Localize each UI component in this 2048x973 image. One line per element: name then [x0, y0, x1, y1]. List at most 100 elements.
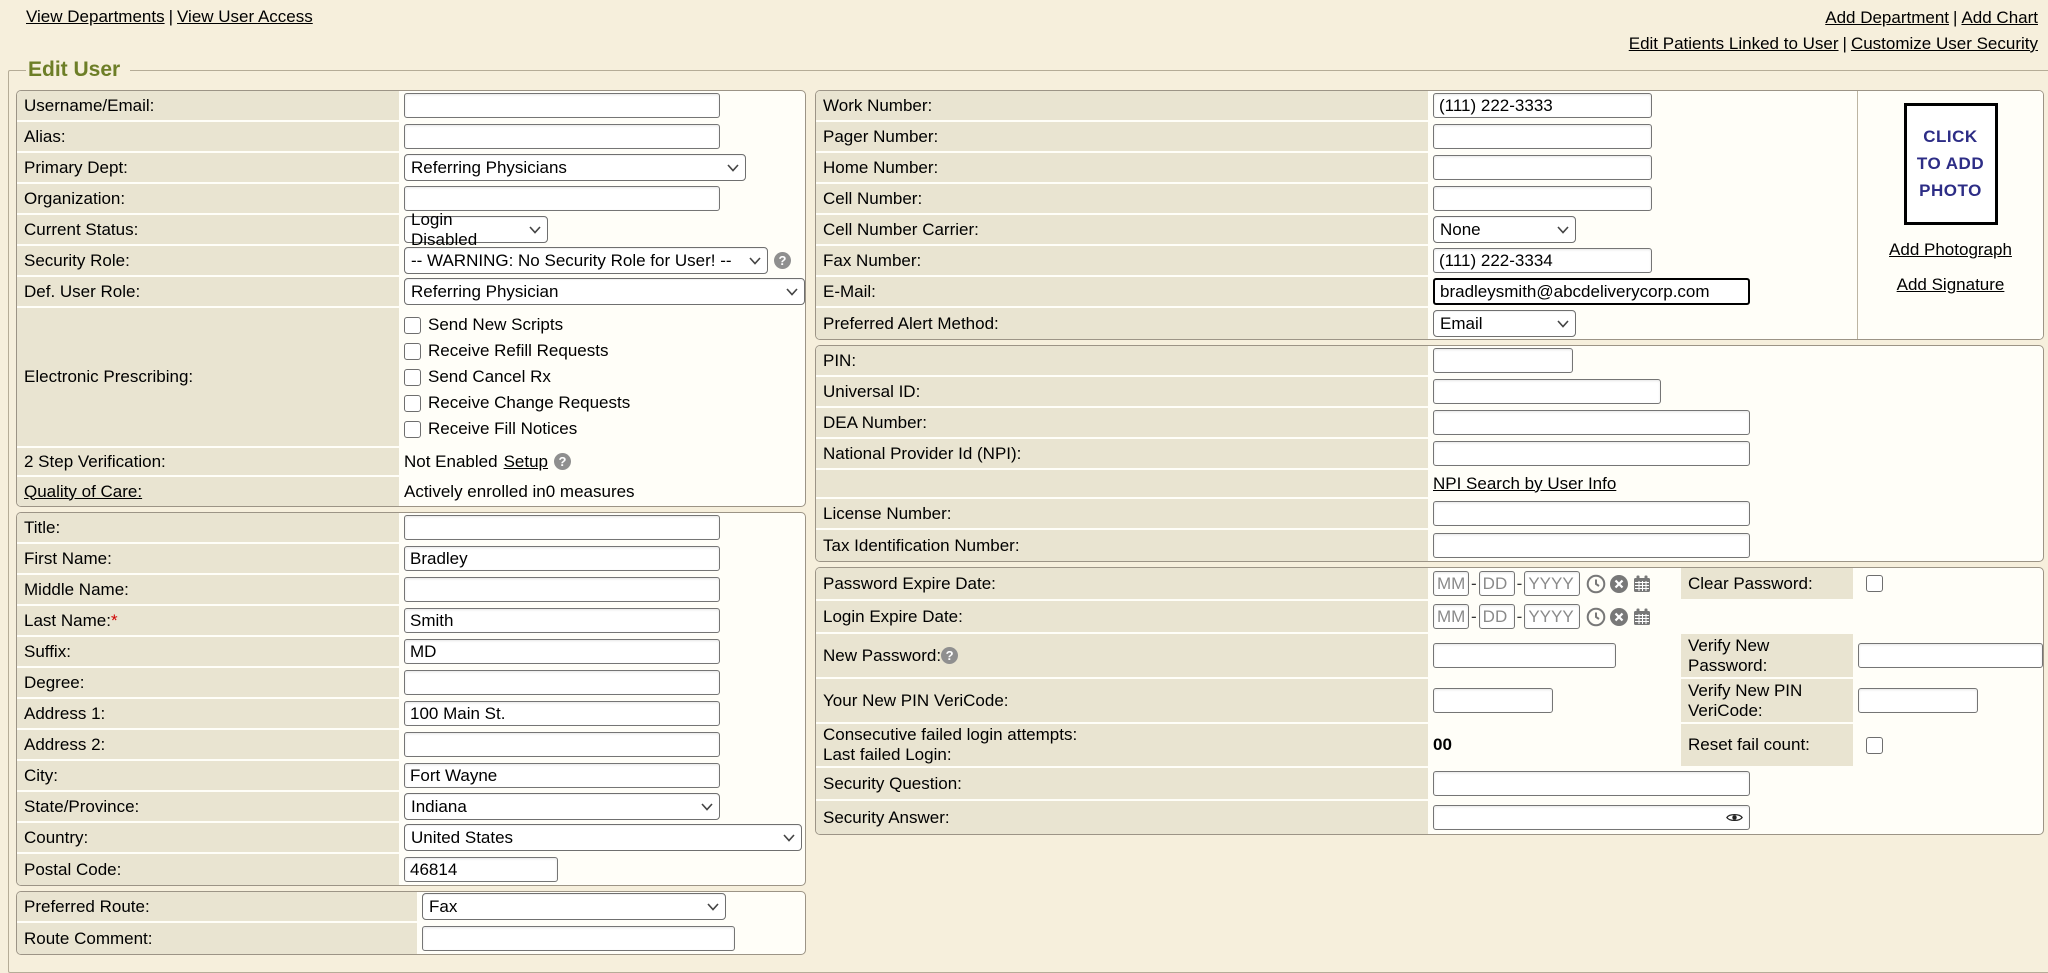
npi-input[interactable]	[1433, 441, 1750, 466]
cell-number-row: Cell Number:	[816, 184, 1857, 215]
password-expire-label: Password Expire Date:	[816, 568, 1428, 599]
pager-number-row: Pager Number:	[816, 122, 1857, 153]
title-input[interactable]	[404, 515, 720, 540]
fax-number-row: Fax Number:	[816, 246, 1857, 277]
add-signature-link[interactable]: Add Signature	[1897, 275, 2005, 295]
send-cancel-rx-checkbox[interactable]	[404, 369, 421, 386]
last-name-input[interactable]	[404, 608, 720, 633]
clear-date-icon[interactable]	[1609, 607, 1629, 627]
security-question-row: Security Question:	[816, 768, 2043, 801]
license-number-input[interactable]	[1433, 501, 1750, 526]
degree-input[interactable]	[404, 670, 720, 695]
primary-dept-select[interactable]: Referring Physicians	[404, 154, 746, 181]
preferred-route-select[interactable]: Fax	[422, 893, 726, 920]
new-password-label-text: New Password:	[823, 646, 941, 666]
date-dash: -	[1515, 607, 1525, 627]
route-comment-input[interactable]	[422, 926, 735, 951]
receive-refill-requests-checkbox[interactable]	[404, 343, 421, 360]
cell-number-input[interactable]	[1433, 186, 1652, 211]
customize-user-security-link[interactable]: Customize User Security	[1851, 34, 2038, 53]
send-new-scripts-checkbox[interactable]	[404, 317, 421, 334]
postal-code-input[interactable]	[404, 857, 558, 882]
quality-of-care-link[interactable]: Quality of Care:	[24, 482, 142, 502]
pin-vericode-label: Your New PIN VeriCode:	[816, 679, 1428, 722]
city-input[interactable]	[404, 763, 720, 788]
clear-password-checkbox[interactable]	[1866, 575, 1883, 592]
security-answer-input[interactable]	[1433, 805, 1750, 830]
state-select[interactable]: Indiana	[404, 793, 720, 820]
preferred-alert-select[interactable]: Email	[1433, 310, 1576, 337]
country-label: Country:	[17, 823, 399, 852]
last-name-row: Last Name:*	[17, 606, 805, 637]
separator: |	[165, 7, 177, 26]
alias-row: Alias:	[17, 122, 805, 153]
add-photograph-link[interactable]: Add Photograph	[1889, 240, 2012, 260]
view-user-access-link[interactable]: View User Access	[177, 7, 313, 26]
password-expire-dd-input[interactable]	[1479, 571, 1515, 596]
security-question-input[interactable]	[1433, 771, 1750, 796]
verify-new-password-input[interactable]	[1858, 643, 2043, 668]
pin-vericode-input[interactable]	[1433, 688, 1553, 713]
add-chart-link[interactable]: Add Chart	[1961, 8, 2038, 27]
dea-number-input[interactable]	[1433, 410, 1750, 435]
login-expire-yyyy-input[interactable]	[1524, 604, 1580, 629]
alias-input[interactable]	[404, 124, 720, 149]
pager-number-input[interactable]	[1433, 124, 1652, 149]
show-password-eye-icon[interactable]	[1726, 812, 1743, 823]
calendar-icon[interactable]	[1632, 574, 1652, 594]
suffix-input[interactable]	[404, 639, 720, 664]
login-expire-label: Login Expire Date:	[816, 601, 1428, 632]
license-number-row: License Number:	[816, 499, 2043, 530]
view-departments-link[interactable]: View Departments	[26, 7, 165, 26]
account-group: Username/Email: Alias: Primary Dept: Ref…	[16, 90, 806, 507]
new-password-help-icon[interactable]: ?	[941, 647, 958, 664]
tax-id-input[interactable]	[1433, 533, 1750, 558]
add-photo-box[interactable]: CLICK TO ADD PHOTO	[1904, 103, 1998, 225]
address1-input[interactable]	[404, 701, 720, 726]
pin-input[interactable]	[1433, 348, 1573, 373]
security-role-select[interactable]: -- WARNING: No Security Role for User! -…	[404, 247, 768, 274]
def-user-role-select[interactable]: Referring Physician	[404, 278, 805, 305]
chevron-down-icon	[727, 164, 739, 172]
work-number-input[interactable]	[1433, 93, 1652, 118]
clock-icon[interactable]	[1586, 607, 1606, 627]
email-input[interactable]	[1433, 278, 1750, 305]
login-expire-dd-input[interactable]	[1479, 604, 1515, 629]
home-number-input[interactable]	[1433, 155, 1652, 180]
login-expire-mm-input[interactable]	[1433, 604, 1469, 629]
password-expire-yyyy-input[interactable]	[1524, 571, 1580, 596]
username-input[interactable]	[404, 93, 720, 118]
calendar-icon[interactable]	[1632, 607, 1652, 627]
chevron-down-icon	[1557, 226, 1569, 234]
new-password-input[interactable]	[1433, 643, 1616, 668]
receive-change-requests-checkbox[interactable]	[404, 395, 421, 412]
password-expire-mm-input[interactable]	[1433, 571, 1469, 596]
current-status-select[interactable]: Login Disabled	[404, 216, 548, 243]
cell-number-label: Cell Number:	[816, 184, 1428, 213]
verify-pin-vericode-input[interactable]	[1858, 688, 1978, 713]
security-role-value: -- WARNING: No Security Role for User! -…	[411, 251, 732, 271]
security-role-help-icon[interactable]: ?	[774, 252, 791, 269]
pin-row: PIN:	[816, 346, 2043, 377]
receive-fill-notices-checkbox[interactable]	[404, 421, 421, 438]
address2-input[interactable]	[404, 732, 720, 757]
edit-patients-linked-link[interactable]: Edit Patients Linked to User	[1629, 34, 1839, 53]
clear-date-icon[interactable]	[1609, 574, 1629, 594]
country-select[interactable]: United States	[404, 824, 802, 851]
add-department-link[interactable]: Add Department	[1825, 8, 1949, 27]
npi-search-link[interactable]: NPI Search by User Info	[1433, 474, 1616, 494]
universal-id-input[interactable]	[1433, 379, 1661, 404]
cell-carrier-select[interactable]: None	[1433, 216, 1576, 243]
middle-name-input[interactable]	[404, 577, 720, 602]
reset-fail-count-checkbox[interactable]	[1866, 737, 1883, 754]
def-user-role-row: Def. User Role: Referring Physician	[17, 277, 805, 308]
two-step-help-icon[interactable]: ?	[554, 453, 571, 470]
fax-number-label: Fax Number:	[816, 246, 1428, 275]
date-dash: -	[1469, 574, 1479, 594]
organization-input[interactable]	[404, 186, 720, 211]
fax-number-input[interactable]	[1433, 248, 1652, 273]
two-step-setup-link[interactable]: Setup	[504, 452, 548, 472]
npi-row: National Provider Id (NPI):	[816, 439, 2043, 470]
clock-icon[interactable]	[1586, 574, 1606, 594]
first-name-input[interactable]	[404, 546, 720, 571]
